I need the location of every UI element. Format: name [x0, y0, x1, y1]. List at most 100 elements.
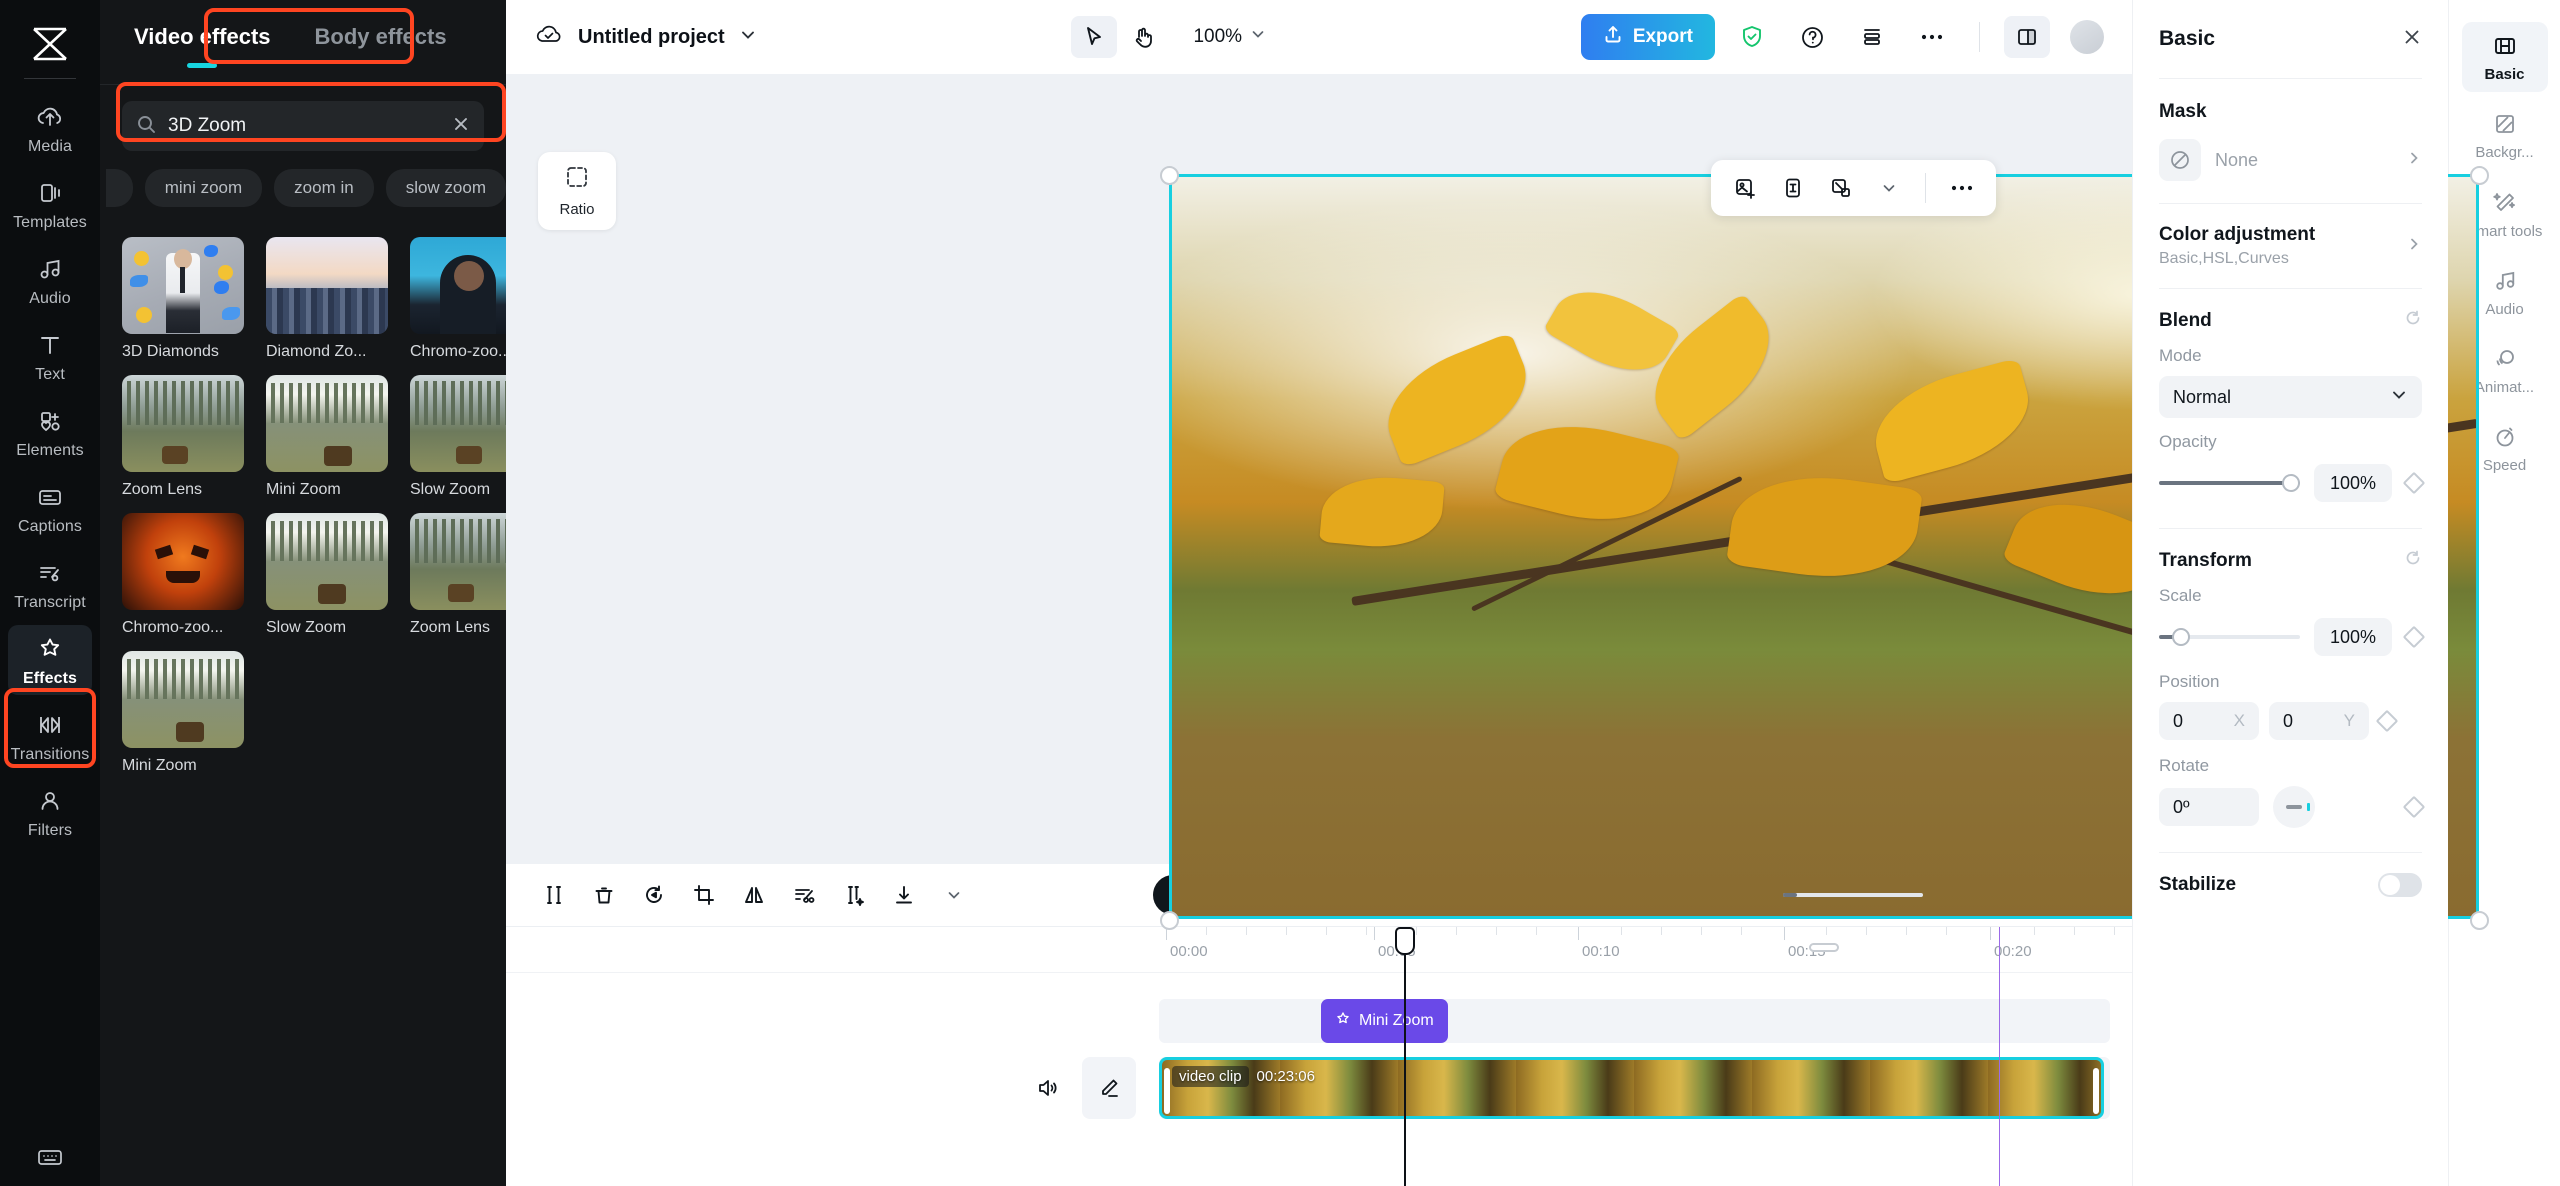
close-x-icon[interactable] — [2402, 27, 2422, 52]
sidebar-item-filters[interactable]: Filters — [8, 777, 92, 847]
fit-frame-icon[interactable] — [1771, 166, 1815, 210]
effect-card[interactable]: Mini Zoom — [266, 375, 388, 499]
effect-clip-mini-zoom[interactable]: Mini Zoom — [1321, 999, 1448, 1043]
reset-icon[interactable] — [2404, 549, 2422, 572]
mirror-button[interactable] — [730, 873, 778, 917]
export-button[interactable]: Export — [1580, 14, 1715, 60]
video-clip[interactable]: video clip 00:23:06 — [1159, 1057, 2104, 1119]
effect-card[interactable]: Zoom Lens — [122, 375, 244, 499]
sparkle-star-icon — [1335, 1011, 1351, 1032]
chip-zoom-in[interactable]: zoom in — [274, 169, 374, 207]
keyframe-diamond-icon[interactable] — [2402, 471, 2426, 495]
video-track[interactable]: video clip 00:23:06 — [1159, 1057, 2110, 1119]
keyframe-diamond-icon[interactable] — [2375, 709, 2399, 733]
sidebar-item-templates[interactable]: Templates — [8, 169, 92, 239]
effect-card[interactable]: Chromo-zoo... — [410, 237, 506, 361]
chip-slow-zoom[interactable]: slow zoom — [385, 169, 506, 207]
magic-split-button[interactable] — [830, 873, 878, 917]
question-circle-icon[interactable] — [1789, 16, 1835, 58]
effect-card[interactable]: 3D Diamonds — [122, 237, 244, 361]
replace-clip-icon[interactable] — [1819, 166, 1863, 210]
ratio-button[interactable]: Ratio — [538, 152, 616, 230]
search-input[interactable] — [168, 115, 440, 137]
capcut-logo-icon[interactable] — [22, 20, 78, 68]
search-box[interactable] — [122, 101, 484, 151]
delete-button[interactable] — [580, 873, 628, 917]
mask-selector[interactable]: None — [2159, 139, 2422, 181]
close-x-icon[interactable] — [452, 115, 470, 138]
project-info[interactable]: Untitled project — [534, 22, 757, 53]
effect-card[interactable]: Diamond Zo... — [266, 237, 388, 361]
playhead[interactable] — [1395, 927, 1415, 1186]
opacity-slider[interactable] — [2159, 474, 2300, 492]
opacity-value[interactable]: 100% — [2314, 464, 2392, 502]
position-y-field[interactable]: 0 Y — [2269, 702, 2369, 740]
sidebar-label: Media — [27, 138, 73, 155]
rotate-handle[interactable] — [1809, 943, 1839, 952]
rotate-dial[interactable] — [2273, 786, 2315, 828]
crop-button[interactable] — [680, 873, 728, 917]
keyframe-diamond-icon[interactable] — [2402, 795, 2426, 819]
resize-handle-bl[interactable] — [1160, 911, 1179, 930]
effect-card[interactable]: Chromo-zoo... — [122, 513, 244, 637]
resize-handle-br[interactable] — [2470, 911, 2489, 930]
keyboard-shortcuts-button[interactable] — [0, 1146, 100, 1168]
sidebar-item-text[interactable]: Text — [8, 321, 92, 391]
download-chevron[interactable] — [930, 873, 978, 917]
blend-mode-select[interactable]: Normal — [2159, 376, 2422, 418]
effect-track[interactable]: Mini Zoom — [1159, 999, 2110, 1043]
sidebar-item-captions[interactable]: Captions — [8, 473, 92, 543]
speaker-icon[interactable] — [1030, 1070, 1066, 1106]
sidebar-item-media[interactable]: Media — [8, 93, 92, 163]
stack-layers-icon[interactable] — [1849, 16, 1895, 58]
add-image-icon[interactable] — [1723, 166, 1767, 210]
chevron-down-icon[interactable] — [739, 26, 757, 49]
auto-cut-button[interactable] — [780, 873, 828, 917]
sidebar-item-effects[interactable]: Effects — [8, 625, 92, 695]
chip-partial[interactable] — [106, 169, 133, 207]
zoom-level-control[interactable]: 100% — [1193, 26, 1266, 48]
stabilize-toggle[interactable] — [2378, 873, 2422, 897]
resize-handle-tl[interactable] — [1160, 166, 1179, 185]
rotate-field[interactable]: 0º — [2159, 788, 2259, 826]
sidebar-item-transitions[interactable]: Transitions — [8, 701, 92, 771]
right-tab-basic[interactable]: Basic — [2461, 22, 2548, 93]
sidebar-item-audio[interactable]: Audio — [8, 245, 92, 315]
shield-check-icon[interactable] — [1729, 16, 1775, 58]
split-layout-icon[interactable] — [2004, 16, 2050, 58]
scale-value[interactable]: 100% — [2314, 618, 2392, 656]
edit-track-button[interactable] — [1082, 1057, 1136, 1119]
timeline[interactable]: 00:00 00:05 00:10 00:15 00:20 00:25 00:3… — [506, 926, 2132, 1186]
ellipsis-icon[interactable] — [1909, 16, 1955, 58]
download-button[interactable] — [880, 873, 928, 917]
opacity-knob[interactable] — [2282, 474, 2300, 492]
effect-card[interactable]: Slow Zoom — [266, 513, 388, 637]
tab-body-effects[interactable]: Body effects — [297, 16, 465, 58]
scale-knob[interactable] — [2171, 628, 2190, 646]
rotate-control: 0º — [2159, 786, 2426, 828]
hand-tool-button[interactable] — [1121, 16, 1167, 58]
ellipsis-icon[interactable] — [1940, 166, 1984, 210]
timeline-zoom-slider[interactable] — [1783, 893, 1923, 897]
effect-card[interactable]: Mini Zoom — [122, 651, 244, 775]
split-button[interactable] — [530, 873, 578, 917]
scale-slider[interactable] — [2159, 628, 2300, 646]
position-x-field[interactable]: 0 X — [2159, 702, 2259, 740]
resize-handle-tr[interactable] — [2470, 166, 2489, 185]
effect-card[interactable]: Slow Zoom — [410, 375, 506, 499]
chip-mini-zoom[interactable]: mini zoom — [144, 169, 263, 207]
select-tool-button[interactable] — [1071, 16, 1118, 58]
playhead-knob[interactable] — [1395, 927, 1415, 955]
color-adjustment-row[interactable]: Color adjustment Basic,HSL,Curves — [2159, 204, 2422, 268]
sidebar-item-transcript[interactable]: Transcript — [8, 549, 92, 619]
avatar-icon[interactable] — [2064, 16, 2110, 58]
right-tab-background[interactable]: Backgr... — [2462, 100, 2548, 170]
keyframe-diamond-icon[interactable] — [2402, 625, 2426, 649]
chevron-down-icon[interactable] — [1867, 166, 1911, 210]
timeline-ruler[interactable]: 00:00 00:05 00:10 00:15 00:20 00:25 00:3… — [506, 927, 2132, 973]
tab-video-effects[interactable]: Video effects — [116, 16, 289, 58]
sidebar-item-elements[interactable]: Elements — [8, 397, 92, 467]
reset-icon[interactable] — [2404, 309, 2422, 332]
rotate-button[interactable] — [630, 873, 678, 917]
effect-card[interactable]: Zoom Lens — [410, 513, 506, 637]
